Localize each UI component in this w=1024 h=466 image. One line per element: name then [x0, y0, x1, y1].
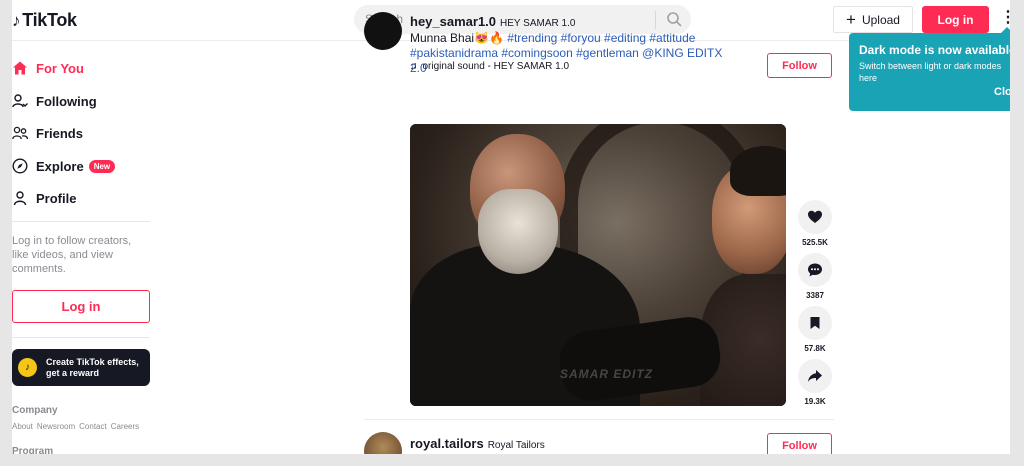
profile-icon [12, 190, 28, 206]
comment-button[interactable] [798, 253, 832, 287]
video-player[interactable]: SAMAR EDITZ [410, 124, 786, 406]
tiktok-page: ♪ TikTok Search + Upload Log in ⋮ For Yo… [12, 0, 1010, 454]
like-button[interactable] [798, 200, 832, 234]
tiktok-note-icon: ♪ [12, 10, 21, 30]
effects-text: Create TikTok effects, get a reward [46, 356, 139, 378]
login-prompt-text: Log in to follow creators, like videos, … [12, 235, 132, 275]
sidebar-item-for-you[interactable]: For You [12, 57, 84, 79]
sidebar-item-label: For You [36, 60, 84, 76]
dark-mode-toast: Dark mode is now available Switch betwee… [849, 33, 1010, 111]
sidebar-item-label: Following [36, 93, 97, 109]
video-figure [730, 146, 786, 196]
logo-text: TikTok [22, 10, 77, 30]
footer-company-heading: Company [12, 405, 58, 416]
share-icon [808, 370, 822, 382]
sidebar-item-label: Friends [36, 125, 83, 141]
sidebar-item-following[interactable]: Following [12, 90, 97, 112]
save-button[interactable] [798, 306, 832, 340]
tiktok-logo[interactable]: ♪ TikTok [12, 10, 77, 31]
sound-text: original sound - HEY SAMAR 1.0 [422, 61, 570, 72]
video-figure [478, 189, 558, 274]
heart-icon [808, 210, 822, 223]
create-effects-banner[interactable]: ♪ Create TikTok effects, get a reward [12, 349, 150, 386]
follow-button[interactable]: Follow [767, 433, 832, 454]
upload-label: Upload [861, 12, 900, 27]
video-watermark: SAMAR EDITZ [560, 367, 653, 381]
username-text: hey_samar1.0 [410, 14, 497, 29]
sidebar-item-profile[interactable]: Profile [12, 187, 76, 209]
toast-body: Switch between light or dark modes here [859, 61, 1002, 83]
friends-icon [12, 125, 28, 141]
avatar[interactable] [364, 12, 402, 50]
save-count: 57.8K [804, 344, 826, 353]
hashtags-line[interactable]: #trending #foryou #editing #attitude [507, 31, 695, 45]
sidebar-divider [12, 337, 150, 338]
post-nickname: Royal Tailors [487, 440, 545, 451]
new-badge: New [88, 159, 116, 173]
share-count: 19.3K [804, 397, 826, 406]
footer-link-newsroom[interactable]: Newsroom [37, 422, 75, 431]
comment-count: 3387 [806, 291, 824, 300]
plus-icon: + [846, 10, 856, 29]
sidebar-divider [12, 221, 150, 222]
footer-link-contact[interactable]: Contact [79, 422, 107, 431]
login-button-sidebar[interactable]: Log in [12, 290, 150, 323]
sound-link[interactable]: ♫ original sound - HEY SAMAR 1.0 [410, 61, 569, 72]
post-divider [364, 419, 834, 420]
comment-icon [808, 263, 822, 277]
bookmark-icon [810, 317, 820, 329]
footer-company-links: About Newsroom Contact Careers [12, 422, 139, 431]
sidebar: For You Following Friends Explore New Pr… [12, 41, 162, 454]
post-username[interactable]: hey_samar1.0 HEY SAMAR 1.0 [410, 14, 575, 29]
music-note-icon: ♫ [410, 61, 418, 72]
sidebar-item-friends[interactable]: Friends [12, 122, 83, 144]
sidebar-item-explore[interactable]: Explore New [12, 155, 116, 177]
post-nickname: HEY SAMAR 1.0 [500, 18, 576, 29]
caption-text: Munna Bhai😻🔥 [410, 31, 504, 45]
footer-program-heading: Program [12, 446, 54, 454]
toast-close-button[interactable]: Close [994, 86, 1010, 98]
home-icon [12, 60, 28, 76]
sidebar-item-label: Profile [36, 190, 77, 206]
post-username[interactable]: royal.tailors Royal Tailors [410, 436, 545, 451]
username-text: royal.tailors [410, 436, 484, 451]
login-button-header[interactable]: Log in [922, 6, 989, 33]
share-button[interactable] [798, 359, 832, 393]
avatar[interactable] [364, 432, 402, 454]
sidebar-item-label: Explore [36, 158, 84, 174]
follow-button[interactable]: Follow [767, 53, 832, 78]
like-count: 525.5K [802, 238, 828, 247]
footer-link-about[interactable]: About [12, 422, 33, 431]
compass-icon [12, 158, 28, 174]
coin-icon: ♪ [18, 358, 37, 377]
more-options-icon[interactable]: ⋮ [1000, 10, 1010, 26]
toast-title: Dark mode is now available [859, 43, 1010, 57]
footer-link-careers[interactable]: Careers [111, 422, 139, 431]
following-icon [12, 93, 28, 109]
upload-button[interactable]: + Upload [833, 6, 913, 33]
